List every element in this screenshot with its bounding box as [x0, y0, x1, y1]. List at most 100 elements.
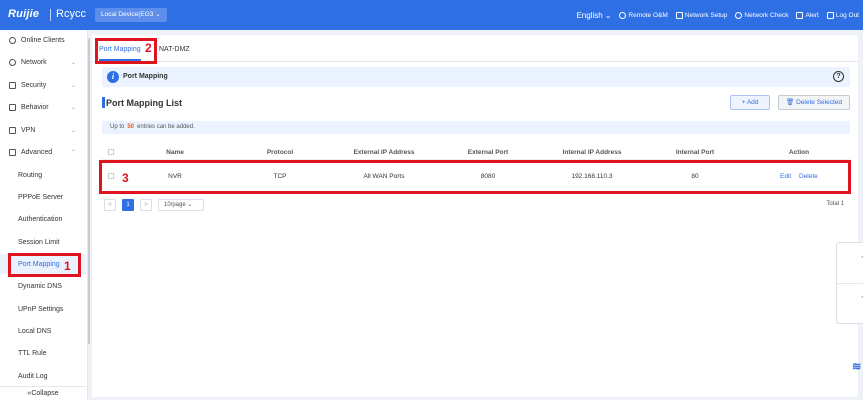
column-internal-ip: Internal IP Address: [562, 149, 622, 156]
sidebar-item-behavior[interactable]: Behavior ⌄: [0, 97, 86, 117]
logout-button[interactable]: Log Out: [826, 11, 859, 19]
list-title-accent: [102, 97, 105, 108]
limit-prefix: Up to: [110, 124, 125, 130]
sidebar-item-ttl-rule[interactable]: TTL Rule: [0, 343, 86, 363]
sidebar-item-label: Network: [21, 58, 47, 66]
column-internal-port: Internal Port: [675, 149, 715, 156]
sidebar-item-label: Routing: [18, 171, 43, 179]
tab-bar: Port Mapping NAT-DMZ: [92, 35, 858, 62]
alert-icon: [796, 11, 804, 19]
cloud-icon: [619, 11, 627, 19]
network-check-label: Network Check: [744, 11, 789, 19]
annotation-number-3: 3: [122, 171, 129, 185]
sidebar-item-label: Security: [21, 81, 47, 89]
sidebar-item-label: Dynamic DNS: [18, 282, 62, 290]
main-content: Port Mapping NAT-DMZ i Port Mapping ? Po…: [92, 35, 858, 397]
info-icon: i: [107, 71, 119, 83]
language-selector[interactable]: English ⌄: [576, 11, 611, 20]
page-size-select[interactable]: 10/page ⌄: [158, 199, 204, 211]
network-check-icon: [735, 11, 743, 19]
prev-page-button[interactable]: <: [104, 199, 116, 211]
sidebar-item-label: Advanced: [21, 148, 53, 156]
device-selector[interactable]: Local Device(EG3 ⌄: [95, 8, 167, 22]
vpn-icon: [9, 126, 16, 134]
sidebar: Online Clients Network ⌄ Security ⌄ Beha…: [0, 30, 88, 400]
column-action: Action: [788, 149, 810, 156]
alert-button[interactable]: Alert: [796, 11, 819, 19]
chevron-up-icon: ⌃: [70, 150, 76, 156]
tab-nat-dmz[interactable]: NAT-DMZ: [159, 46, 190, 53]
sidebar-item-security[interactable]: Security ⌄: [0, 75, 86, 95]
network-setup-icon: [675, 11, 683, 19]
sidebar-item-audit-log[interactable]: Audit Log: [0, 366, 86, 386]
sidebar-item-label: UPnP Settings: [18, 305, 64, 313]
floating-toolbar[interactable]: ⌃ ⌃: [836, 242, 863, 324]
annotation-number-2: 2: [145, 41, 152, 55]
chevron-down-icon: ⌄: [70, 60, 76, 66]
alert-label: Alert: [805, 11, 819, 19]
page-button-current[interactable]: 1: [122, 199, 134, 211]
network-setup-button[interactable]: Network Setup: [675, 11, 728, 19]
column-protocol: Protocol: [266, 149, 294, 156]
sidebar-item-online-clients[interactable]: Online Clients: [0, 30, 86, 50]
logout-label: Log Out: [835, 11, 859, 19]
chevron-down-icon: ⌄: [70, 83, 76, 89]
select-all-checkbox[interactable]: [108, 149, 114, 155]
column-external-port: External Port: [467, 149, 509, 156]
sidebar-scrollbar[interactable]: [88, 38, 90, 344]
sidebar-item-routing[interactable]: Routing: [0, 165, 86, 185]
sidebar-item-session-limit[interactable]: Session Limit: [0, 232, 86, 252]
brand-divider: [50, 9, 51, 21]
sidebar-item-advanced[interactable]: Advanced ⌃: [0, 142, 86, 162]
list-title: Port Mapping List: [106, 98, 182, 108]
chevron-down-icon: ⌄: [155, 11, 161, 18]
language-label: English: [576, 10, 603, 20]
brand-logo: Ruijie: [8, 8, 40, 20]
next-page-button[interactable]: >: [140, 199, 152, 211]
sidebar-item-network[interactable]: Network ⌄: [0, 52, 86, 72]
device-selector-label: Local Device(EG3: [101, 11, 154, 18]
delete-selected-button[interactable]: 🗑 Delete Selected: [778, 95, 850, 110]
column-name: Name: [166, 149, 184, 156]
clients-icon: [9, 36, 16, 44]
sidebar-item-upnp-settings[interactable]: UPnP Settings: [0, 299, 86, 319]
sidebar-item-label: Audit Log: [18, 372, 48, 380]
sidebar-item-pppoe-server[interactable]: PPPoE Server: [0, 187, 86, 207]
sidebar-item-dynamic-dns[interactable]: Dynamic DNS: [0, 276, 86, 296]
remote-om-button[interactable]: Remote O&M: [619, 11, 668, 19]
add-button[interactable]: + Add: [730, 95, 770, 110]
collapse-button[interactable]: «Collapse: [0, 386, 86, 400]
sidebar-item-label: Online Clients: [21, 36, 65, 44]
help-icon[interactable]: ?: [833, 71, 844, 82]
sidebar-item-label: Behavior: [21, 103, 49, 111]
sidebar-item-label: Session Limit: [18, 238, 60, 246]
table-header: Name Protocol External IP Address Extern…: [102, 146, 850, 160]
sidebar-item-local-dns[interactable]: Local DNS: [0, 321, 86, 341]
chevron-down-icon: ⌄: [604, 10, 612, 20]
top-navigation-bar: Ruijie Rcycc Local Device(EG3 ⌄ English …: [0, 0, 863, 30]
limit-value: 50: [127, 124, 135, 130]
delete-selected-label: Delete Selected: [796, 99, 842, 106]
assistant-icon[interactable]: ≋: [852, 360, 863, 380]
bar-chart-icon: [9, 103, 16, 111]
page-size-label: 10/page: [164, 202, 186, 208]
column-external-ip: External IP Address: [353, 149, 415, 156]
sidebar-item-vpn[interactable]: VPN ⌄: [0, 120, 86, 140]
toolbar-divider: [837, 283, 863, 284]
chevron-down-icon: ⌄: [187, 202, 193, 208]
network-setup-label: Network Setup: [684, 11, 728, 19]
network-check-button[interactable]: Network Check: [735, 11, 789, 19]
sidebar-item-label: PPPoE Server: [18, 193, 64, 201]
annotation-box-3: [99, 160, 851, 194]
limit-suffix: entries can be added.: [137, 124, 195, 130]
top-actions: English ⌄ Remote O&M Network Setup Netwo…: [576, 0, 859, 30]
section-title: Port Mapping: [123, 73, 168, 80]
sidebar-item-label: Authentication: [18, 215, 63, 223]
brand-subname: Rcycc: [56, 8, 86, 20]
entry-limit-notice: Up to 50 entries can be added.: [102, 121, 850, 134]
annotation-number-1: 1: [64, 259, 71, 273]
section-header: i Port Mapping ?: [102, 67, 850, 87]
sidebar-item-authentication[interactable]: Authentication: [0, 209, 86, 229]
sidebar-item-label: Local DNS: [18, 327, 52, 335]
chevron-down-icon: ⌄: [70, 128, 76, 134]
